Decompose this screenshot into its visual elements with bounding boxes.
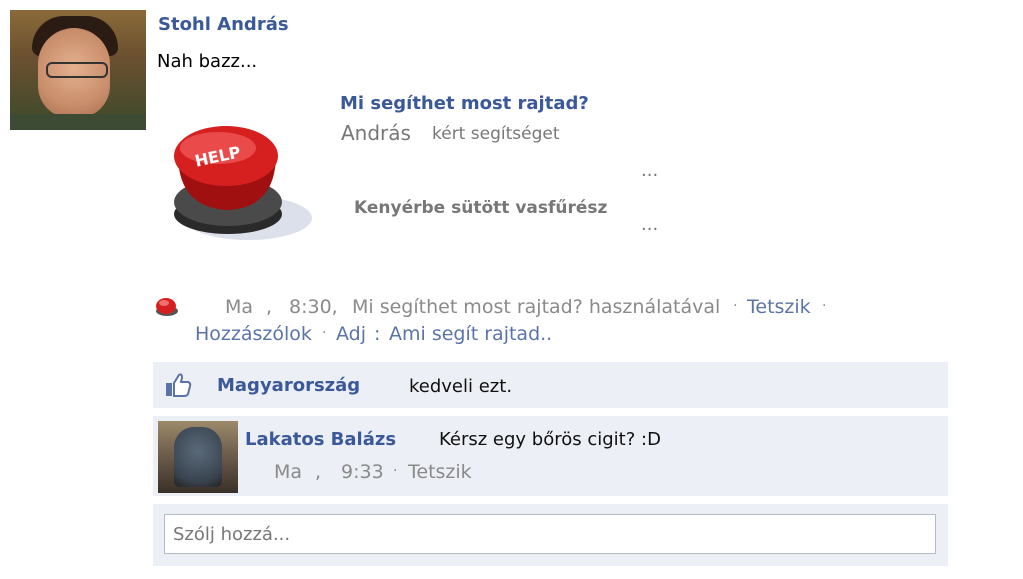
app-link[interactable]: Ami segít rajtad.. xyxy=(389,323,552,345)
colon: : xyxy=(374,323,381,345)
liker-name[interactable]: Magyarország xyxy=(217,375,360,396)
separator-dot: · xyxy=(322,325,327,341)
post-time[interactable]: 8:30, xyxy=(289,296,338,318)
reply-input[interactable] xyxy=(164,514,936,554)
app-subtitle-name: András xyxy=(341,121,411,145)
comment-time[interactable]: 9:33 xyxy=(341,461,384,483)
comma: , xyxy=(315,461,322,483)
poster-name[interactable]: Stohl András xyxy=(158,14,289,35)
separator-dot: · xyxy=(733,298,738,314)
reply-area xyxy=(153,504,948,566)
post-text: Nah bazz... xyxy=(157,51,258,72)
ellipsis: ... xyxy=(641,160,659,181)
separator-dot: · xyxy=(822,298,827,314)
commenter-name[interactable]: Lakatos Balázs xyxy=(245,429,396,450)
ellipsis: ... xyxy=(641,214,659,235)
comment-text: Kérsz egy bőrös cigit? :D xyxy=(439,429,661,450)
thumbs-up-icon xyxy=(164,372,192,398)
post-day: Ma xyxy=(225,296,254,318)
comment: Lakatos Balázs Kérsz egy bőrös cigit? :D… xyxy=(153,416,948,496)
likes-text: kedveli ezt. xyxy=(409,376,513,397)
commenter-avatar[interactable] xyxy=(158,421,238,493)
red-button-icon xyxy=(154,296,180,318)
comment-like-link[interactable]: Tetszik xyxy=(408,461,472,483)
app-title-link[interactable]: Mi segíthet most rajtad? xyxy=(340,93,589,114)
help-button-image[interactable]: HELP xyxy=(158,118,328,248)
via-app-text: Mi segíthet most rajtad? használatával xyxy=(352,296,721,318)
share-link[interactable]: Adj xyxy=(336,323,366,345)
like-link[interactable]: Tetszik xyxy=(747,296,811,318)
poster-avatar[interactable] xyxy=(10,10,146,130)
comma: , xyxy=(266,296,273,318)
comment-link[interactable]: Hozzászólok xyxy=(195,323,312,345)
app-subtitle-text: kért segítséget xyxy=(432,124,560,144)
likes-bar: Magyarország kedveli ezt. xyxy=(153,362,948,408)
app-result-text: Kenyérbe sütött vasfűrész xyxy=(354,198,608,218)
separator-dot: · xyxy=(393,463,398,479)
comment-day: Ma xyxy=(274,461,303,483)
